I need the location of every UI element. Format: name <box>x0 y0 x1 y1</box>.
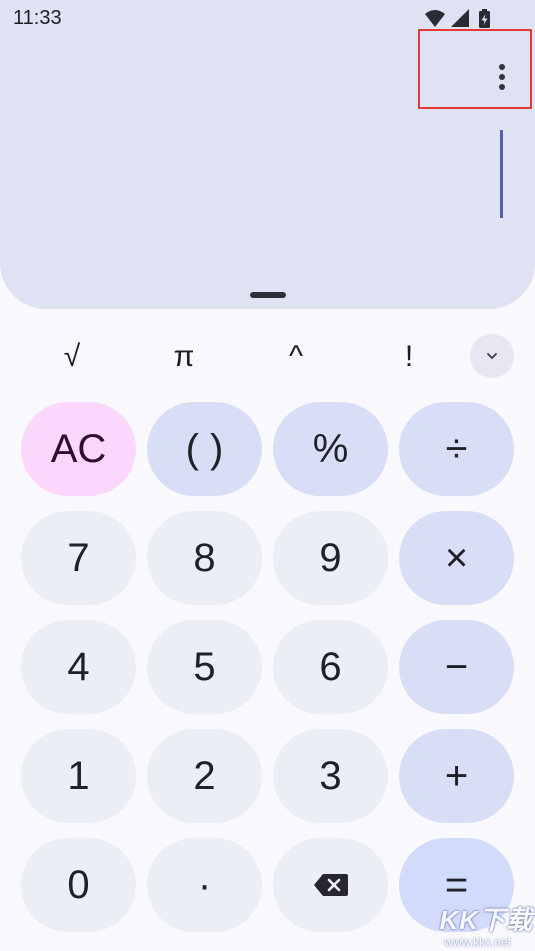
clear-button[interactable]: AC <box>21 402 136 496</box>
more-vert-icon[interactable] <box>486 60 518 94</box>
digit-5-button[interactable]: 5 <box>147 620 262 714</box>
multiply-button[interactable]: × <box>399 511 514 605</box>
cell-signal-icon <box>451 9 469 27</box>
drag-handle[interactable] <box>250 292 286 298</box>
subtract-button[interactable]: − <box>399 620 514 714</box>
add-button[interactable]: + <box>399 729 514 823</box>
digit-9-button[interactable]: 9 <box>273 511 388 605</box>
expand-scientific-button[interactable] <box>470 334 514 378</box>
watermark: KK下载 www.kkx.net <box>410 900 535 951</box>
divide-button[interactable]: ÷ <box>399 402 514 496</box>
decimal-button[interactable]: · <box>147 838 262 932</box>
watermark-url: www.kkx.net <box>444 935 511 949</box>
status-time: 11:33 <box>13 7 62 29</box>
backspace-icon <box>313 874 348 896</box>
sqrt-key[interactable]: √ <box>37 332 107 382</box>
parentheses-button[interactable]: ( ) <box>147 402 262 496</box>
digit-6-button[interactable]: 6 <box>273 620 388 714</box>
digit-7-button[interactable]: 7 <box>21 511 136 605</box>
backspace-button[interactable] <box>273 838 388 932</box>
digit-8-button[interactable]: 8 <box>147 511 262 605</box>
digit-0-button[interactable]: 0 <box>21 838 136 932</box>
percent-button[interactable]: % <box>273 402 388 496</box>
input-cursor <box>500 130 503 218</box>
chevron-down-icon <box>487 353 497 359</box>
display-panel: 11:33 <box>0 0 535 309</box>
status-icons <box>423 8 495 30</box>
digit-1-button[interactable]: 1 <box>21 729 136 823</box>
factorial-key[interactable]: ! <box>374 332 444 382</box>
battery-charging-icon <box>479 9 490 28</box>
watermark-logo: KK下载 <box>439 905 533 935</box>
digit-3-button[interactable]: 3 <box>273 729 388 823</box>
wifi-icon <box>425 10 445 27</box>
digit-4-button[interactable]: 4 <box>21 620 136 714</box>
pi-key[interactable]: π <box>149 332 219 382</box>
digit-2-button[interactable]: 2 <box>147 729 262 823</box>
power-key[interactable]: ^ <box>261 332 331 382</box>
